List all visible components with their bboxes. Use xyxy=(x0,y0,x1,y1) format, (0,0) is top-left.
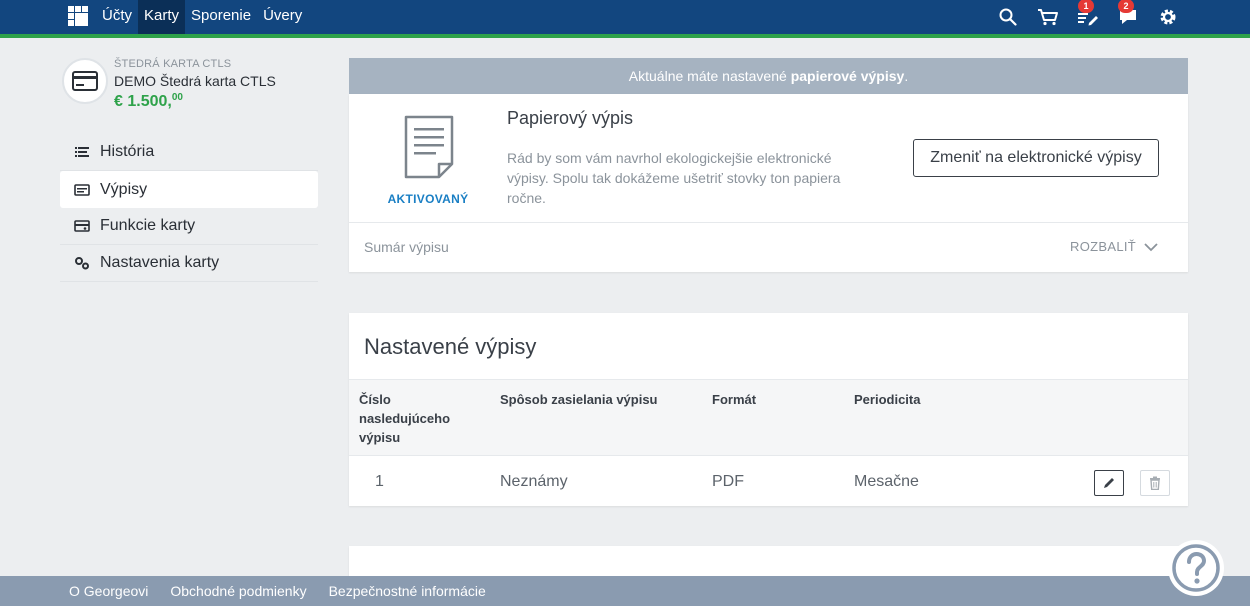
sidebar-item-label: Výpisy xyxy=(100,180,148,198)
activated-status: AKTIVOVANÝ xyxy=(387,192,469,206)
paper-statement-title: Papierový výpis xyxy=(507,108,634,128)
statement-status-banner: Aktuálne máte nastavené papierové výpisy… xyxy=(349,58,1188,94)
footer-link-terms[interactable]: Obchodné podmienky xyxy=(159,583,317,599)
messages-badge: 2 xyxy=(1118,0,1134,13)
cell-number: 1 xyxy=(375,473,384,490)
configured-statements-panel: Nastavené výpisy Číslo nasledujúceho výp… xyxy=(349,313,1188,506)
nav-item-uvery[interactable]: Úvery xyxy=(257,0,308,34)
paper-statement-panel: AKTIVOVANÝ Papierový výpis Rád by som vá… xyxy=(349,94,1188,272)
cell-period: Mesačne xyxy=(854,473,919,490)
delete-button[interactable] xyxy=(1140,470,1170,496)
top-navigation-bar: Účty Karty Sporenie Úvery 1 2 xyxy=(0,0,1250,34)
sidebar-item-label: Funkcie karty xyxy=(100,217,196,234)
pencil-icon xyxy=(1104,478,1114,488)
footer-link-about[interactable]: O Georgeovi xyxy=(58,583,159,599)
tasks-icon[interactable]: 1 xyxy=(1076,0,1100,29)
column-header-method: Spôsob zasielania výpisu xyxy=(500,392,658,407)
tasks-badge: 1 xyxy=(1078,0,1094,13)
cart-icon[interactable] xyxy=(1036,5,1060,29)
statements-icon xyxy=(74,183,90,197)
top-icons: 1 2 xyxy=(996,0,1180,34)
nav-item-ucty[interactable]: Účty xyxy=(96,0,138,34)
table-header: Číslo nasledujúceho výpisu Spôsob zasiel… xyxy=(349,379,1188,456)
paper-document-icon xyxy=(404,115,454,179)
card-settings-icon xyxy=(74,256,90,270)
cell-format: PDF xyxy=(712,473,744,490)
divider xyxy=(349,222,1188,223)
nav-item-karty[interactable]: Karty xyxy=(138,0,186,34)
card-balance-cents: 00 xyxy=(171,92,183,103)
settings-icon[interactable] xyxy=(1156,5,1180,29)
edit-button[interactable] xyxy=(1094,470,1124,496)
accent-stripe xyxy=(0,34,1250,38)
card-functions-icon xyxy=(74,219,90,233)
help-question-icon xyxy=(1172,544,1220,592)
banner-highlight: papierové výpisy xyxy=(790,68,905,84)
configured-statements-title: Nastavené výpisy xyxy=(364,334,537,359)
sidebar-item-label: História xyxy=(100,143,155,160)
card-balance: € 1.500,00 xyxy=(114,92,183,110)
column-header-number: Číslo nasledujúceho výpisu xyxy=(359,392,451,445)
change-to-electronic-button[interactable]: Zmeniť na elektronické výpisy xyxy=(913,139,1159,177)
card-name: DEMO Štedrá karta CTLS xyxy=(114,73,276,89)
column-header-format: Formát xyxy=(712,392,757,407)
help-button[interactable] xyxy=(1168,540,1224,596)
nav-item-sporenie[interactable]: Sporenie xyxy=(185,0,257,34)
statement-summary-label: Sumár výpisu xyxy=(364,239,449,255)
sidebar-item-historia[interactable]: História xyxy=(60,134,318,171)
main-nav: Účty Karty Sporenie Úvery xyxy=(96,0,308,34)
messages-icon[interactable]: 2 xyxy=(1116,0,1140,29)
card-summary: ŠTEDRÁ KARTA CTLS DEMO Štedrá karta CTLS… xyxy=(62,58,322,114)
expand-toggle[interactable]: ROZBALIŤ xyxy=(1070,239,1158,254)
sidebar-item-label: Nastavenia karty xyxy=(100,254,220,271)
app-grid-logo-icon[interactable] xyxy=(68,6,88,26)
card-type: ŠTEDRÁ KARTA CTLS xyxy=(114,58,232,70)
trash-icon xyxy=(1150,476,1160,490)
chevron-down-icon xyxy=(1144,242,1158,251)
sidebar-menu: História Výpisy Funkcie karty Nastavenia… xyxy=(60,134,318,282)
sidebar-item-funkcie-karty[interactable]: Funkcie karty xyxy=(60,208,318,245)
footer-link-security[interactable]: Bezpečnostné informácie xyxy=(318,583,497,599)
cell-method: Neznámy xyxy=(500,473,568,490)
sidebar-item-nastavenia-karty[interactable]: Nastavenia karty xyxy=(60,245,318,282)
search-icon[interactable] xyxy=(996,5,1020,29)
paper-statement-description: Rád by som vám navrhol ekologickejšie el… xyxy=(507,150,841,206)
credit-card-icon xyxy=(62,58,108,104)
sidebar-item-vypisy[interactable]: Výpisy xyxy=(60,171,318,208)
history-icon xyxy=(74,145,90,159)
column-header-period: Periodicita xyxy=(854,392,921,407)
footer: O Georgeovi Obchodné podmienky Bezpečnos… xyxy=(0,576,1250,606)
